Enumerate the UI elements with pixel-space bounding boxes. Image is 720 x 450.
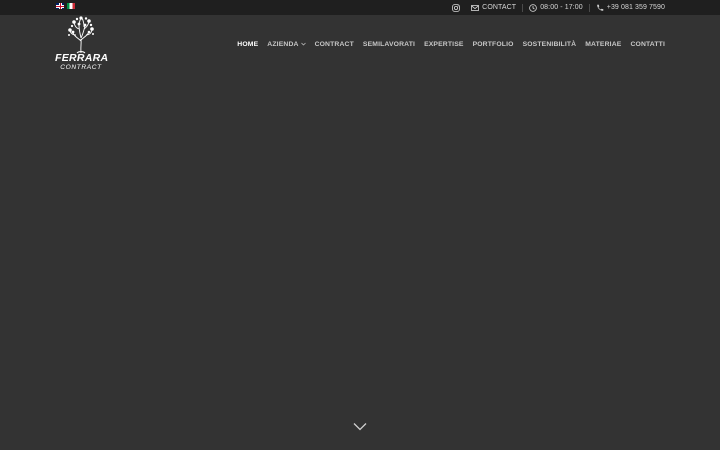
nav-item-semilavorati[interactable]: SEMILAVORATI: [363, 41, 415, 48]
scroll-down-button[interactable]: [353, 422, 367, 431]
italy-flag-icon[interactable]: [67, 3, 75, 9]
top-bar: CONTACT 08:00 - 17:00 +39 081 359 7590: [0, 0, 720, 15]
nav-label: SOSTENIBILITÀ: [522, 40, 577, 48]
hero-section: [0, 15, 720, 450]
phone-text: +39 081 359 7590: [606, 4, 665, 11]
nav-item-azienda[interactable]: AZIENDA: [267, 40, 306, 48]
divider: [522, 3, 524, 12]
instagram-link[interactable]: [452, 3, 460, 12]
uk-flag-icon[interactable]: [56, 3, 64, 9]
nav-item-materiae[interactable]: MATERIAE: [585, 41, 621, 48]
divider: [588, 3, 590, 12]
nav-label: PORTFOLIO: [472, 40, 514, 48]
brand-name: FERRARA: [55, 52, 109, 64]
nav-item-sostenibilita[interactable]: SOSTENIBILITÀ: [523, 41, 577, 48]
top-nav: CONTACT 08:00 - 17:00 +39 081 359 7590: [452, 0, 665, 15]
nav-label: SEMILAVORATI: [362, 40, 416, 48]
tree-logo-icon: [68, 16, 94, 54]
brand-tagline: CONTRACT: [60, 64, 102, 71]
phone-link[interactable]: +39 081 359 7590: [596, 4, 665, 12]
nav-label: CONTATTI: [630, 40, 665, 48]
instagram-icon: [452, 3, 460, 12]
nav-label: MATERIAE: [585, 40, 622, 48]
phone-icon: [596, 4, 604, 12]
nav-label: AZIENDA: [267, 40, 299, 48]
nav-item-expertise[interactable]: EXPERTISE: [424, 41, 464, 48]
hours-text: 08:00 - 17:00: [540, 4, 583, 11]
main-nav: HOME AZIENDA CONTRACT SEMILAVORATI EXPER…: [237, 38, 665, 50]
chevron-down-icon: [300, 42, 306, 46]
clock-icon: [529, 3, 537, 12]
chevron-down-icon: [353, 423, 367, 431]
nav-item-home[interactable]: HOME: [237, 41, 258, 48]
nav-label: CONTRACT: [314, 40, 354, 48]
nav-label: HOME: [237, 40, 259, 48]
nav-item-contract[interactable]: CONTRACT: [315, 41, 354, 48]
language-switcher: [56, 3, 75, 9]
nav-label: EXPERTISE: [424, 40, 464, 48]
nav-item-contatti[interactable]: CONTATTI: [630, 41, 665, 48]
contact-link[interactable]: CONTACT: [471, 4, 516, 12]
nav-item-portfolio[interactable]: PORTFOLIO: [473, 41, 514, 48]
opening-hours: 08:00 - 17:00: [529, 3, 583, 12]
contact-label: CONTACT: [482, 4, 517, 11]
brand-logo[interactable]: FERRARA CONTRACT: [55, 16, 109, 74]
envelope-icon: [471, 4, 480, 12]
